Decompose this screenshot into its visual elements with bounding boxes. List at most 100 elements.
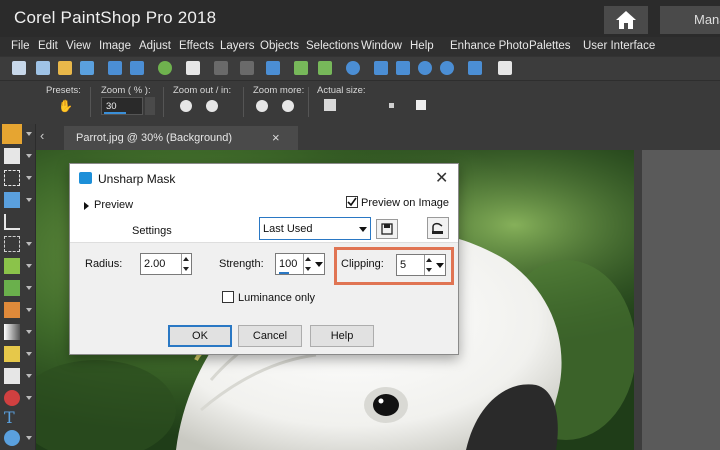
document-tab[interactable]: Parrot.jpg @ 30% (Background) ×	[64, 126, 298, 150]
preview-on-image-checkbox[interactable]	[346, 196, 358, 208]
redo-icon[interactable]	[240, 61, 254, 75]
chevron-down-icon[interactable]	[26, 436, 32, 440]
zoom-in-button[interactable]	[206, 100, 218, 112]
separator	[308, 87, 309, 117]
zoom-out-icon[interactable]	[418, 61, 432, 75]
straighten-tool-icon[interactable]	[4, 236, 20, 252]
image-view-icon[interactable]	[468, 61, 482, 75]
chevron-down-icon[interactable]	[26, 374, 32, 378]
vertical-scrollbar[interactable]	[634, 150, 642, 450]
new-file-icon[interactable]	[12, 61, 26, 75]
actual-size-icon[interactable]	[324, 99, 336, 111]
reset-button[interactable]	[427, 217, 449, 239]
zoom-more-in-button[interactable]	[282, 100, 294, 112]
rotate-left-icon[interactable]	[294, 61, 308, 75]
full-screen-icon[interactable]	[396, 61, 410, 75]
menu-objects[interactable]: Objects	[260, 40, 299, 52]
chevron-down-icon[interactable]	[26, 308, 32, 312]
chevron-down-icon[interactable]	[26, 154, 32, 158]
info-icon[interactable]	[346, 61, 360, 75]
chevron-down-icon[interactable]	[26, 132, 32, 136]
zoom-out-button[interactable]	[180, 100, 192, 112]
share-icon[interactable]	[158, 61, 172, 75]
small-dot-icon[interactable]	[389, 103, 394, 108]
menu-bar: File Edit View Image Adjust Effects Laye…	[0, 37, 720, 56]
home-button[interactable]	[604, 6, 648, 34]
pencil-tool-icon[interactable]	[4, 346, 20, 362]
chevron-down-icon[interactable]	[26, 264, 32, 268]
workspace-icon[interactable]	[498, 61, 512, 75]
gradient-tool-icon[interactable]	[4, 324, 20, 340]
menu-layers[interactable]: Layers	[220, 40, 255, 52]
rotate-right-icon[interactable]	[318, 61, 332, 75]
text-tool-icon[interactable]: T	[4, 410, 20, 426]
zoom-more-out-button[interactable]	[256, 100, 268, 112]
crop-tool-icon[interactable]	[4, 214, 20, 230]
fit-window-icon[interactable]	[374, 61, 388, 75]
chevron-down-icon[interactable]	[26, 242, 32, 246]
radius-stepper[interactable]	[181, 254, 190, 274]
dice-icon[interactable]	[416, 100, 426, 110]
print-icon[interactable]	[186, 61, 200, 75]
paint-brush-icon[interactable]	[4, 302, 20, 318]
menu-file[interactable]: File	[11, 40, 30, 52]
separator	[163, 87, 164, 117]
close-icon[interactable]: ×	[272, 130, 280, 145]
menu-edit[interactable]: Edit	[38, 40, 58, 52]
radius-input[interactable]: 2.00	[140, 253, 192, 275]
open-folder-icon[interactable]	[58, 61, 72, 75]
chevron-down-icon[interactable]	[26, 286, 32, 290]
cancel-button[interactable]: Cancel	[238, 325, 302, 347]
zoom-in-icon[interactable]	[440, 61, 454, 75]
pick-tool-icon[interactable]	[4, 148, 20, 164]
makeover-tool-icon[interactable]	[4, 258, 20, 274]
save-preset-button[interactable]	[376, 219, 398, 239]
menu-palettes[interactable]: Palettes	[529, 40, 571, 52]
menu-window[interactable]: Window	[361, 40, 402, 52]
eraser-tool-icon[interactable]	[4, 368, 20, 384]
chevron-left-icon[interactable]: ‹	[40, 128, 44, 143]
actual-size-label: Actual size:	[317, 85, 366, 96]
fill-tool-icon[interactable]	[4, 390, 20, 406]
luminance-only-checkbox[interactable]	[222, 291, 234, 303]
chevron-down-icon[interactable]	[26, 352, 32, 356]
manage-tab[interactable]: Manage	[660, 6, 720, 34]
hand-preset-icon[interactable]: ✋	[58, 99, 73, 113]
settings-dropdown[interactable]: Last Used	[259, 217, 371, 240]
menu-selections[interactable]: Selections	[306, 40, 359, 52]
help-button[interactable]: Help	[310, 325, 374, 347]
chevron-down-icon[interactable]	[26, 176, 32, 180]
resize-icon[interactable]	[266, 61, 280, 75]
selection-tool-icon[interactable]	[4, 170, 20, 186]
menu-adjust[interactable]: Adjust	[139, 40, 171, 52]
chevron-down-icon[interactable]	[314, 254, 324, 274]
menu-enhance-photo[interactable]: Enhance Photo	[450, 40, 529, 52]
ok-button[interactable]: OK	[168, 325, 232, 347]
strength-stepper[interactable]	[303, 254, 312, 274]
chevron-down-icon	[358, 219, 368, 239]
shape-tool-icon[interactable]	[4, 430, 20, 446]
grid-icon[interactable]	[36, 61, 50, 75]
close-icon[interactable]: ✕	[435, 168, 448, 188]
chevron-down-icon[interactable]	[26, 396, 32, 400]
triangle-right-icon[interactable]	[84, 202, 89, 210]
menu-effects[interactable]: Effects	[179, 40, 214, 52]
home-icon	[616, 11, 636, 29]
menu-user-interface[interactable]: User Interface	[583, 40, 655, 52]
undo-icon[interactable]	[214, 61, 228, 75]
save-icon[interactable]	[108, 61, 122, 75]
save-icon	[381, 223, 393, 235]
dropper-tool-icon[interactable]	[4, 192, 20, 208]
menu-image[interactable]: Image	[99, 40, 131, 52]
menu-view[interactable]: View	[66, 40, 91, 52]
pan-tool-icon[interactable]	[2, 124, 22, 144]
scanner-icon[interactable]	[80, 61, 94, 75]
reset-icon	[432, 222, 443, 234]
chevron-down-icon[interactable]	[26, 330, 32, 334]
clone-tool-icon[interactable]	[4, 280, 20, 296]
menu-help[interactable]: Help	[410, 40, 434, 52]
zoom-stepper[interactable]	[145, 97, 155, 115]
save-as-icon[interactable]	[130, 61, 144, 75]
preview-toggle[interactable]: Preview	[94, 199, 133, 211]
chevron-down-icon[interactable]	[26, 198, 32, 202]
